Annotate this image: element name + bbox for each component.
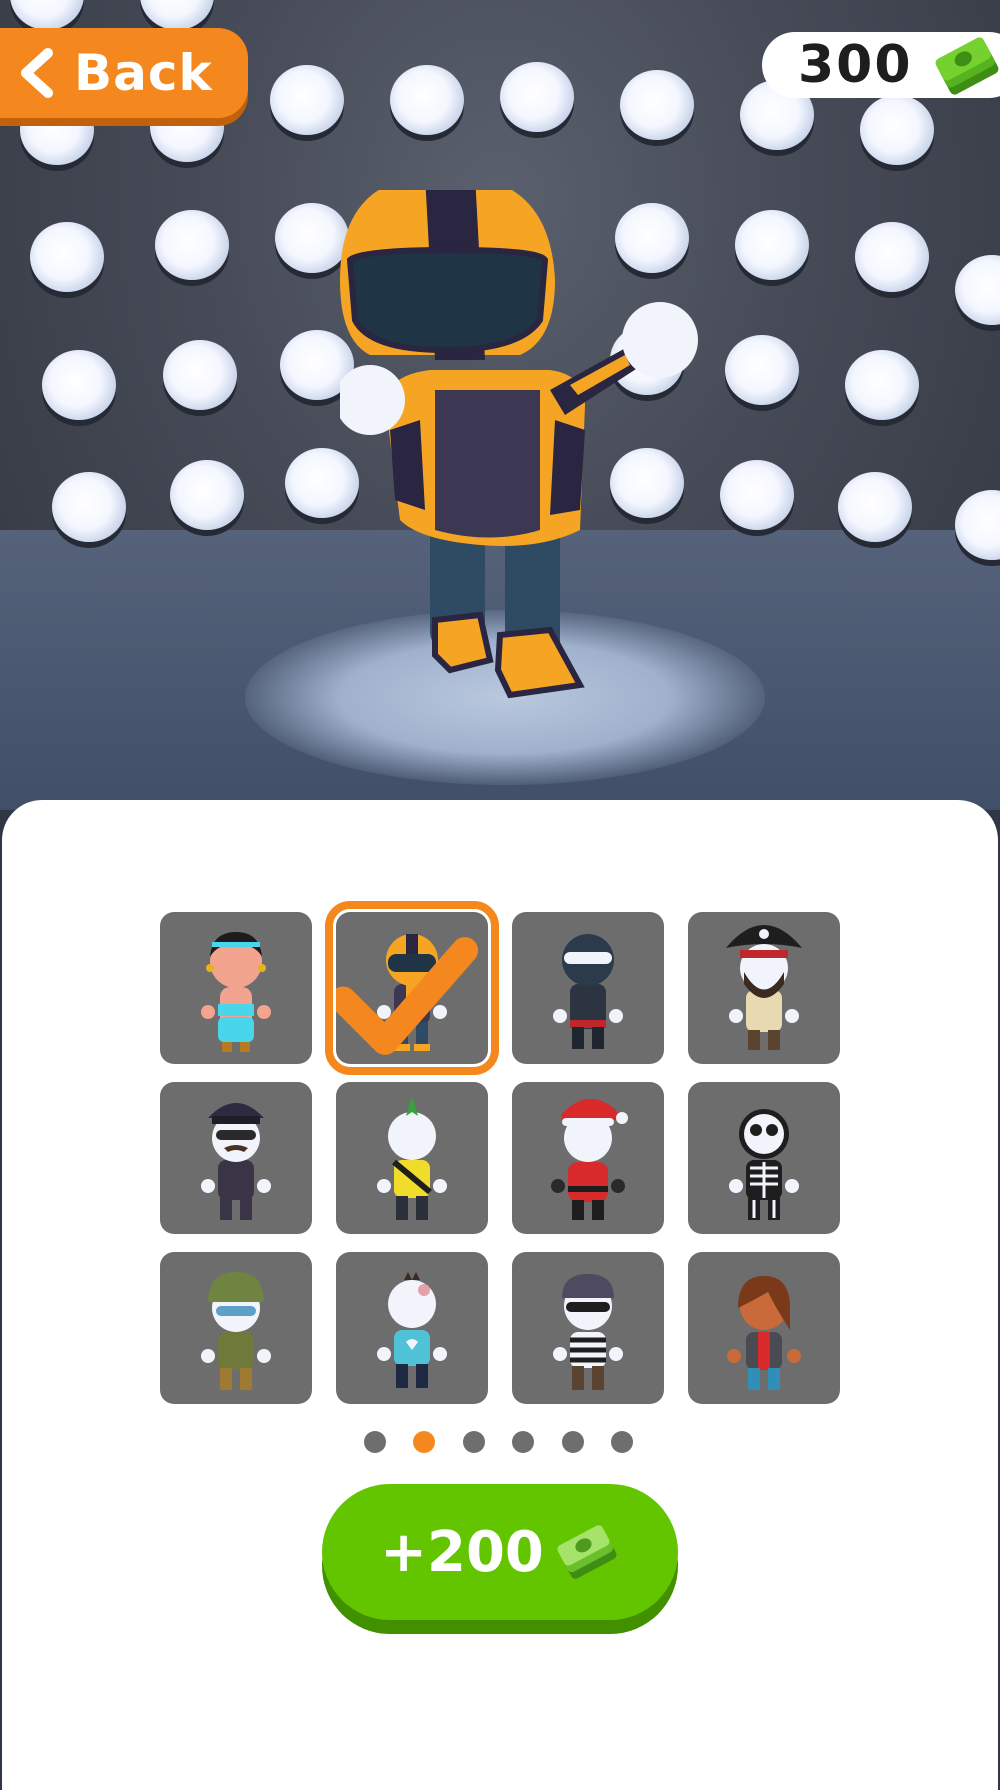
wall-light <box>163 340 237 410</box>
hero-character <box>335 174 740 710</box>
skin-card-mohawk-punk[interactable] <box>336 1082 488 1234</box>
skin-card-pirate[interactable] <box>688 912 840 1064</box>
skin-card-santa[interactable] <box>512 1082 664 1234</box>
police-officer-icon <box>201 1103 271 1220</box>
wall-light <box>42 350 116 420</box>
skin-card-robber[interactable] <box>512 1252 664 1404</box>
character-preview-scene <box>0 0 1000 810</box>
skeleton-icon <box>729 1109 799 1220</box>
zombie-heart-shirt-icon <box>377 1272 447 1388</box>
pirate-icon <box>726 925 802 1050</box>
mohawk-punk-icon <box>377 1096 447 1220</box>
soldier-icon <box>201 1272 271 1390</box>
wall-light <box>275 203 349 273</box>
skin-selection-panel <box>2 800 998 1790</box>
page-dot-2[interactable] <box>413 1431 435 1453</box>
wall-light <box>270 65 344 135</box>
genie-girl-icon <box>201 932 271 1052</box>
wall-light <box>620 70 694 140</box>
skin-card-police-officer[interactable] <box>160 1082 312 1234</box>
wall-light <box>955 255 1000 325</box>
skin-card-helmet-racer[interactable] <box>325 901 499 1075</box>
wall-light <box>838 472 912 542</box>
wall-light <box>855 222 929 292</box>
wall-light <box>30 222 104 292</box>
page-dot-6[interactable] <box>611 1431 633 1453</box>
currency-display: 300 <box>762 32 1000 98</box>
wall-light <box>860 95 934 165</box>
back-label: Back <box>74 44 213 102</box>
wall-light <box>140 0 214 30</box>
wall-light <box>735 210 809 280</box>
skin-card-red-haired-girl[interactable] <box>688 1252 840 1404</box>
cash-stack-icon <box>557 1525 617 1579</box>
reward-amount-label: +200 <box>380 1519 544 1585</box>
earn-coins-button[interactable]: +200 <box>322 1484 678 1620</box>
wall-light <box>845 350 919 420</box>
back-button[interactable]: Back <box>0 28 248 118</box>
red-haired-girl-icon <box>727 1276 801 1390</box>
skin-card-genie-girl[interactable] <box>160 912 312 1064</box>
page-dot-4[interactable] <box>512 1431 534 1453</box>
page-dot-1[interactable] <box>364 1431 386 1453</box>
wall-light <box>500 62 574 132</box>
page-dot-5[interactable] <box>562 1431 584 1453</box>
skin-card-zombie-heart-shirt[interactable] <box>336 1252 488 1404</box>
wall-light <box>155 210 229 280</box>
wall-light <box>170 460 244 530</box>
santa-icon <box>551 1098 628 1220</box>
wall-light <box>390 65 464 135</box>
wall-light <box>10 0 84 30</box>
currency-amount: 300 <box>798 35 913 95</box>
cash-stack-icon <box>935 37 999 95</box>
checkmark-icon <box>336 937 479 1055</box>
skin-card-ninja[interactable] <box>512 912 664 1064</box>
page-dot-3[interactable] <box>463 1431 485 1453</box>
skin-card-skeleton[interactable] <box>688 1082 840 1234</box>
chevron-left-icon <box>21 48 53 98</box>
skin-card-soldier[interactable] <box>160 1252 312 1404</box>
wall-light <box>52 472 126 542</box>
robber-icon <box>553 1274 623 1390</box>
ninja-icon <box>553 934 623 1049</box>
